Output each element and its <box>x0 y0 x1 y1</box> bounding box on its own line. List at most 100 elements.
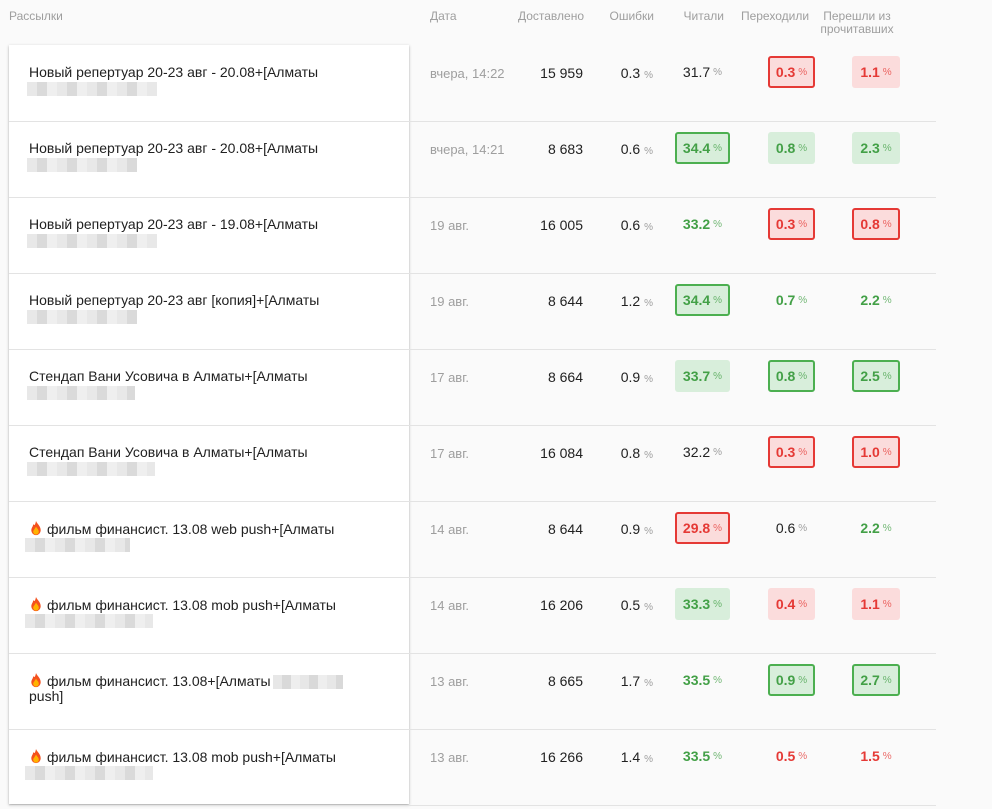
clicked-of-read-percent-value: 1.1 <box>860 64 880 80</box>
mailing-date: 14 авг. <box>430 598 469 613</box>
clicked-percent: 0.8% <box>768 132 815 164</box>
mailing-name[interactable]: фильм финансист. 13.08 web push+[Алматы <box>29 521 369 537</box>
percent-sign: % <box>882 294 892 306</box>
mailing-name[interactable]: фильм финансист. 13.08+[Алматы push] <box>29 673 369 704</box>
row-divider <box>9 729 936 730</box>
mailing-name[interactable]: Стендап Вани Усовича в Алматы+[Алматы <box>29 445 369 460</box>
header-errors[interactable]: Ошибки <box>598 10 655 23</box>
header-read[interactable]: Читали <box>668 10 724 23</box>
percent-sign: % <box>798 294 808 306</box>
percent-sign: % <box>713 674 723 686</box>
mailing-name[interactable]: фильм финансист. 13.08 mob push+[Алматы <box>29 597 369 613</box>
clicked-of-read-percent: 2.2% <box>852 512 900 544</box>
header-delivered[interactable]: Доставлено <box>500 10 584 23</box>
percent-sign: % <box>798 598 808 610</box>
percent-sign: % <box>882 66 892 78</box>
redacted-text <box>27 158 137 172</box>
row-divider <box>9 349 936 350</box>
read-percent: 31.7% <box>675 56 730 88</box>
clicked-percent-value: 0.3 <box>775 64 796 80</box>
errors-percent: 0.6 % <box>596 217 653 236</box>
row-divider <box>9 577 936 578</box>
clicked-of-read-percent: 1.0% <box>852 436 900 468</box>
table-row[interactable]: Новый репертуар 20-23 авг - 20.08+[Алмат… <box>0 45 936 121</box>
table-row[interactable]: Новый репертуар 20-23 авг - 20.08+[Алмат… <box>0 121 936 197</box>
header-clicked[interactable]: Переходили <box>737 10 813 23</box>
read-percent-value: 31.7 <box>682 64 711 80</box>
percent-sign: % <box>882 370 892 382</box>
mailing-name[interactable]: Новый репертуар 20-23 авг - 20.08+[Алмат… <box>29 65 369 80</box>
row-divider <box>9 121 936 122</box>
read-percent-value: 34.4 <box>682 140 711 156</box>
table-row[interactable]: Стендап Вани Усовича в Алматы+[Алматы 17 … <box>0 349 936 425</box>
table-row[interactable]: фильм финансист. 13.08+[Алматы push] 13 ав… <box>0 653 936 729</box>
read-percent-value: 29.8 <box>682 520 711 536</box>
mailing-name[interactable]: Новый репертуар 20-23 авг - 19.08+[Алмат… <box>29 217 369 232</box>
percent-sign: % <box>798 674 808 686</box>
errors-percent: 0.3 % <box>596 65 653 84</box>
percent-sign: % <box>882 598 892 610</box>
mailing-name[interactable]: Новый репертуар 20-23 авг - 20.08+[Алмат… <box>29 141 369 156</box>
percent-sign: % <box>713 66 723 78</box>
fire-emoji-icon <box>29 749 43 764</box>
read-percent-value: 33.3 <box>682 596 711 612</box>
errors-value: 0.9 <box>620 521 641 537</box>
mailing-name[interactable]: Стендап Вани Усовича в Алматы+[Алматы <box>29 369 369 384</box>
clicked-of-read-percent-value: 1.1 <box>860 596 880 612</box>
table-row[interactable]: Стендап Вани Усовича в Алматы+[Алматы 17 … <box>0 425 936 501</box>
redacted-text <box>25 614 153 628</box>
errors-value: 0.3 <box>620 65 641 81</box>
clicked-of-read-percent-value: 2.3 <box>860 140 880 156</box>
errors-percent: 0.5 % <box>596 597 653 616</box>
read-percent-value: 33.5 <box>682 748 711 764</box>
clicked-of-read-percent: 1.1% <box>852 588 900 620</box>
percent-sign: % <box>644 754 653 765</box>
clicked-percent: 0.3% <box>768 56 815 88</box>
table-row[interactable]: фильм финансист. 13.08 web push+[Алматы 1… <box>0 501 936 577</box>
percent-sign: % <box>644 222 653 233</box>
clicked-percent-value: 0.5 <box>775 748 796 764</box>
redacted-text <box>27 386 135 400</box>
row-divider <box>9 273 936 274</box>
table-row[interactable]: фильм финансист. 13.08 mob push+[Алматы 1… <box>0 729 936 805</box>
header-date[interactable]: Дата <box>430 10 457 23</box>
mailing-name-text: фильм финансист. 13.08 mob push+[Алматы <box>47 597 336 613</box>
mailing-date: 13 авг. <box>430 750 469 765</box>
clicked-of-read-percent: 1.5% <box>852 740 900 772</box>
redacted-text <box>272 675 343 690</box>
mailing-name[interactable]: фильм финансист. 13.08 mob push+[Алматы <box>29 749 369 765</box>
mailing-date: 13 авг. <box>430 674 469 689</box>
mailing-date: 14 авг. <box>430 522 469 537</box>
clicked-of-read-percent: 0.8% <box>852 208 900 240</box>
table-row[interactable]: Новый репертуар 20-23 авг [копия]+[Алмат… <box>0 273 936 349</box>
errors-percent: 1.4 % <box>596 749 653 768</box>
percent-sign: % <box>713 142 723 154</box>
header-ctr-line2: прочитавших <box>820 22 894 36</box>
table-row[interactable]: Новый репертуар 20-23 авг - 19.08+[Алмат… <box>0 197 936 273</box>
percent-sign: % <box>644 678 653 689</box>
row-divider <box>9 425 936 426</box>
errors-percent: 0.9 % <box>596 521 653 540</box>
mailing-name[interactable]: Новый репертуар 20-23 авг [копия]+[Алмат… <box>29 293 369 308</box>
redacted-text <box>25 766 153 780</box>
table-row[interactable]: фильм финансист. 13.08 mob push+[Алматы 1… <box>0 577 936 653</box>
header-mailings[interactable]: Рассылки <box>9 10 63 23</box>
clicked-percent: 0.7% <box>768 284 815 316</box>
delivered-count: 8 665 <box>547 673 583 689</box>
clicked-of-read-percent: 2.5% <box>852 360 900 392</box>
errors-percent: 0.6 % <box>596 141 653 160</box>
mailing-name-text: Новый репертуар 20-23 авг - 19.08+[Алмат… <box>29 216 319 232</box>
clicked-of-read-percent-value: 2.7 <box>860 672 880 688</box>
clicked-of-read-percent-value: 1.5 <box>860 748 880 764</box>
clicked-percent-value: 0.3 <box>775 216 796 232</box>
mailing-name-text: фильм финансист. 13.08 web push+[Алматы <box>47 521 335 537</box>
clicked-percent-value: 0.3 <box>775 444 796 460</box>
errors-value: 1.2 <box>620 293 641 309</box>
mailing-date: 19 авг. <box>430 218 469 233</box>
clicked-of-read-percent-value: 2.2 <box>860 292 880 308</box>
clicked-percent-value: 0.8 <box>775 368 796 384</box>
delivered-count: 8 683 <box>547 141 583 157</box>
clicked-percent: 0.6% <box>768 512 815 544</box>
percent-sign: % <box>713 750 723 762</box>
header-clicked-of-read[interactable]: Перешли из прочитавших <box>810 10 904 36</box>
